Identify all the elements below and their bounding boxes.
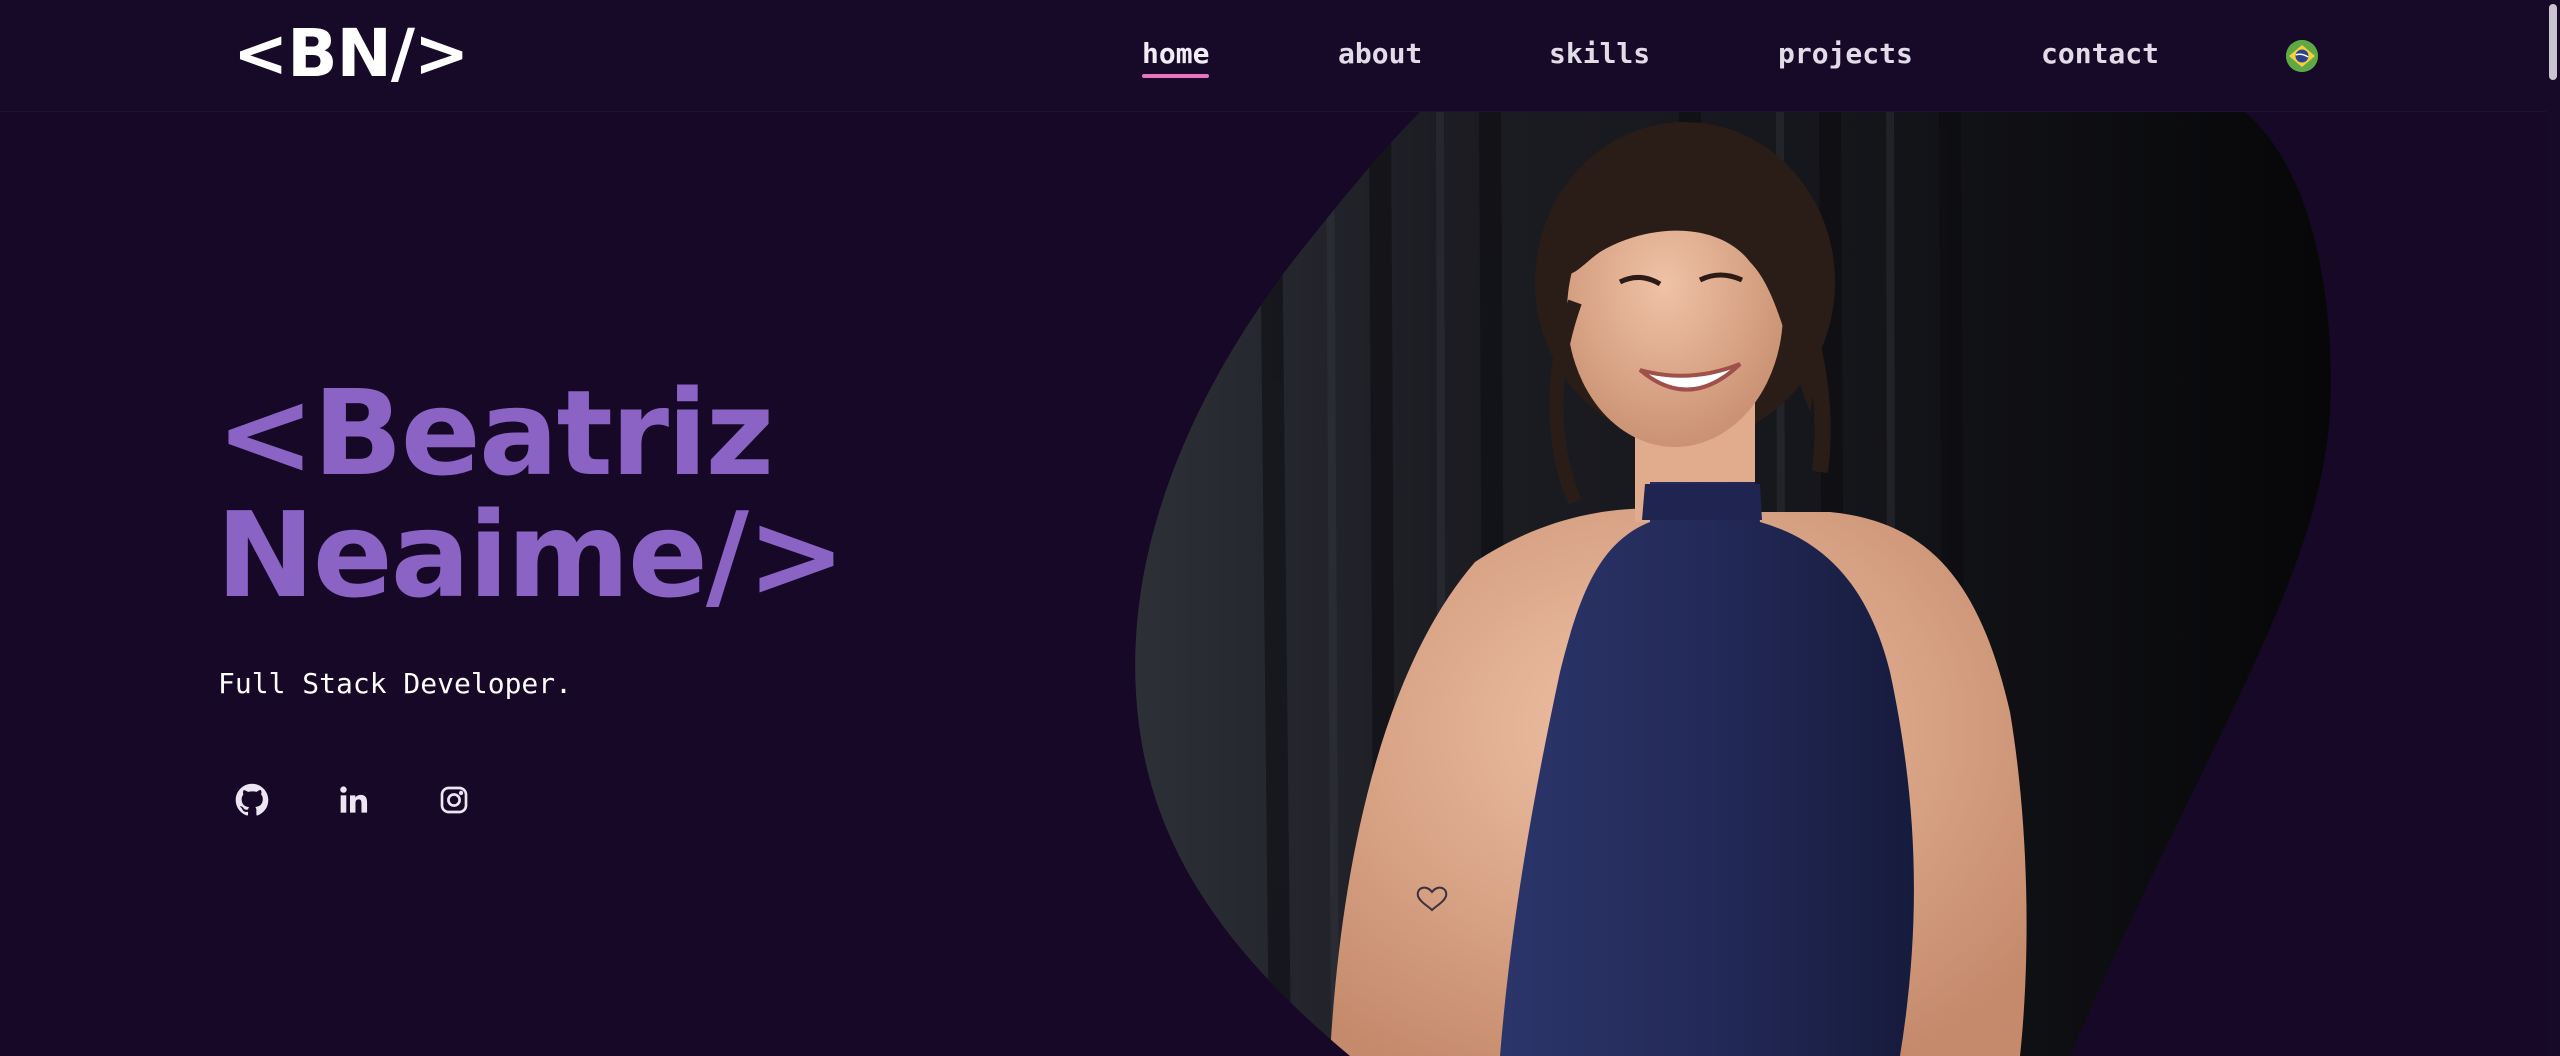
github-icon[interactable] [230, 778, 274, 822]
nav-projects[interactable]: projects [1778, 34, 1913, 74]
nav-about[interactable]: about [1338, 34, 1422, 74]
nav-home[interactable]: home [1142, 34, 1210, 78]
page-scrollbar[interactable] [2546, 0, 2560, 1056]
scrollbar-thumb[interactable] [2549, 4, 2557, 80]
nav-skills[interactable]: skills [1549, 34, 1650, 74]
brazil-flag-icon[interactable] [2286, 40, 2318, 72]
instagram-icon[interactable] [432, 778, 476, 822]
main-nav: home about skills projects contact [0, 0, 2560, 112]
nav-contact[interactable]: contact [2041, 34, 2159, 74]
hero-role: Full Stack Developer. [218, 667, 573, 700]
hero-name-line-1: <Beatriz [216, 364, 774, 502]
site-header: <BN/> home about skills projects contact [0, 0, 2560, 112]
hero-name-line-2: Neaime/> [216, 486, 846, 624]
hero-name: <Beatriz Neaime/> [216, 364, 846, 624]
linkedin-icon[interactable] [332, 778, 376, 822]
portrait-photo [1130, 112, 2350, 1056]
